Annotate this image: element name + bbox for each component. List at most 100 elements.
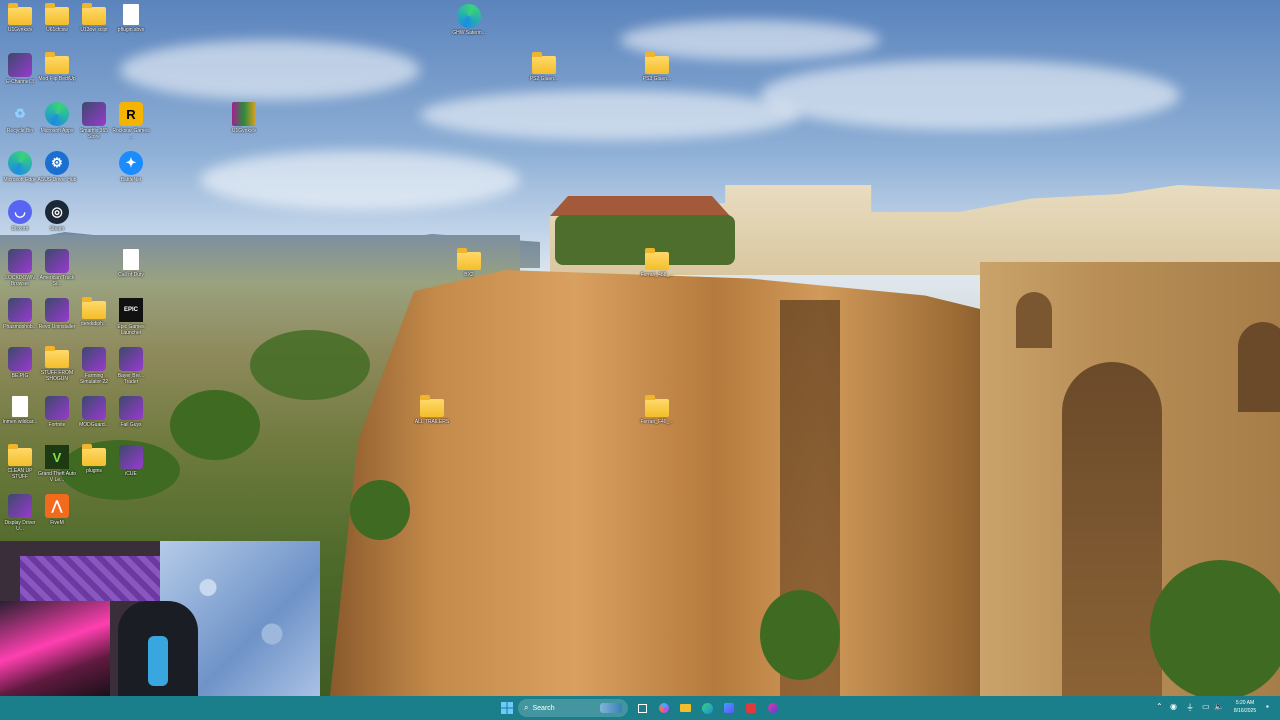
desktop-icon[interactable]: EPIC Epic Games Launcher	[111, 298, 151, 336]
winrar-archive-icon	[232, 102, 256, 126]
desktop-icon[interactable]: American Truck Si...	[37, 249, 77, 287]
taskbar-file-explorer[interactable]	[677, 700, 693, 716]
desktop-icon-label: Ferrari_488_...	[640, 272, 674, 278]
desktop-icon[interactable]: R Rockstar Games ...	[111, 102, 151, 140]
desktop-icon[interactable]: CLEAN UP STUFF	[0, 444, 40, 480]
desktop-icon-label: Rockstar Games ...	[112, 128, 150, 140]
document-icon	[123, 4, 139, 25]
desktop-icon[interactable]: ✦ BattleNet	[111, 151, 151, 183]
desktop-icon[interactable]: pflugin.sbvx	[111, 4, 151, 33]
desktop-icon[interactable]: Call of Duty	[111, 249, 151, 278]
folder-icon	[420, 395, 444, 417]
taskbar-copilot[interactable]	[656, 700, 672, 716]
desktop-icon-label: Recycle Bin	[6, 128, 34, 134]
desktop-icon[interactable]: GHW Saterin...	[449, 4, 489, 36]
desktop-icon[interactable]: PS2 Gluen...	[524, 52, 564, 82]
desktop-icon[interactable]: U61cfcsw	[37, 3, 77, 33]
taskbar-app-1[interactable]	[743, 700, 759, 716]
app-icon	[119, 396, 143, 420]
desktop-icon[interactable]: plugins	[74, 444, 114, 474]
desktop-icon[interactable]: Bayer Bre... Trader	[111, 347, 151, 385]
network-icon[interactable]: ▭	[1202, 702, 1210, 711]
folder-icon	[645, 52, 669, 74]
taskbar-clock[interactable]: 5:20 AM 8/16/2025	[1226, 699, 1264, 715]
desktop-icon-label: Epic Games Launcher	[117, 324, 145, 336]
folder-icon	[45, 3, 69, 25]
task-view-button[interactable]	[634, 700, 650, 716]
search-highlight-icon	[600, 703, 622, 713]
app-icon	[45, 298, 69, 322]
desktop-icon[interactable]: U1Gvnkslv	[224, 102, 264, 134]
webcam-overlay	[0, 541, 320, 696]
desktop-icon[interactable]: STUFF FROM SHOGUN	[37, 346, 77, 382]
desktop-icon[interactable]: Phasmophob...	[0, 298, 40, 330]
desktop-icon-label: Ferrari_F40_...	[640, 419, 674, 425]
taskbar-edge[interactable]	[699, 700, 715, 716]
desktop-icon[interactable]: Farming Simulator 22	[74, 347, 114, 385]
desktop-icon[interactable]: Ferrari_488_...	[637, 248, 677, 278]
desktop-icon[interactable]: Fortnite	[37, 396, 77, 428]
search-label: Search	[532, 704, 555, 712]
folder-icon	[8, 3, 32, 25]
desktop-icon[interactable]: ⚙ ASUS Driver Hub	[37, 151, 77, 183]
desktop-icon-label: iCUE	[125, 471, 137, 477]
desktop-icon-label: ALL TRAILERS	[414, 419, 450, 425]
document-icon	[123, 249, 139, 270]
desktop-icon-label: American Truck Si...	[39, 275, 75, 287]
desktop-icon[interactable]: ALL TRAILERS	[412, 395, 452, 425]
folder-icon	[45, 346, 69, 368]
desktop-icon[interactable]: Mod Flip Bed/Up	[37, 52, 77, 82]
tray-overflow-chevron-icon[interactable]: ⌃	[1156, 702, 1163, 711]
folder-icon	[645, 395, 669, 417]
app-icon	[8, 53, 32, 77]
folder-icon	[45, 52, 69, 74]
desktop-icon[interactable]: Microsoft Apps	[37, 102, 77, 134]
taskbar-store[interactable]	[721, 700, 737, 716]
taskbar-app-2[interactable]	[765, 700, 781, 716]
tray-app-icon[interactable]: ◉	[1170, 702, 1177, 711]
desktop-icon[interactable]: U1Gvnkslv	[0, 3, 40, 33]
desktop-icon[interactable]: Smartfix 365 Store	[74, 102, 114, 140]
tray-usb-icon[interactable]: ⏚	[1186, 702, 1194, 713]
desktop-icon[interactable]: Revo Uninstaller	[37, 298, 77, 330]
desktop-icon-label: Farming Simulator 22	[79, 373, 109, 385]
desktop-icon-label: PS3 Gluen...	[642, 76, 672, 82]
desktop-icon-label: U1Gvnkslv	[7, 27, 33, 33]
desktop-icon[interactable]: Fall Guys	[111, 396, 151, 428]
desktop-icon[interactable]: PS3 Gluen...	[637, 52, 677, 82]
desktop-icon[interactable]: BE.PIG	[0, 347, 40, 379]
desktop-icon[interactable]: Ferrari_F40_...	[637, 395, 677, 425]
app-icon	[82, 396, 106, 420]
desktop-icon[interactable]: LOCKDOWN Browser	[0, 249, 40, 287]
desktop-icon-label: MODGuard...	[79, 422, 109, 428]
desktop-icon[interactable]: ♻ Recycle Bin	[0, 102, 40, 134]
desktop-icon[interactable]: U13ow scipt	[74, 3, 114, 33]
app-icon	[8, 249, 32, 273]
desktop-icon[interactable]: MODGuard...	[74, 396, 114, 428]
desktop-icon[interactable]: ◡ Discord	[0, 200, 40, 232]
notification-bell-icon[interactable]: ▪	[1266, 702, 1269, 711]
folder-icon	[457, 248, 481, 270]
desktop-icon-label: Fortnite	[48, 422, 66, 428]
desktop-icon[interactable]: V Grand Theft Auto V Le...	[37, 445, 77, 483]
desktop-icon[interactable]: Microsoft Edge	[0, 151, 40, 183]
desktop-icon[interactable]: ◎ Steam	[37, 200, 77, 232]
start-button[interactable]	[499, 700, 515, 716]
app-icon	[119, 445, 143, 469]
fivem-icon: ⋀	[45, 494, 69, 518]
desktop-icon[interactable]: E-Channel 3	[0, 53, 40, 85]
edge-icon	[457, 4, 481, 28]
desktop-icon-label: Phasmophob...	[3, 324, 37, 330]
desktop-icon[interactable]: ⋀ FiveM	[37, 494, 77, 526]
desktop-icon-label: Call of Duty	[118, 272, 144, 278]
taskbar-search[interactable]: ⌕ Search	[518, 699, 628, 717]
desktop-icon[interactable]: BX2	[449, 248, 489, 278]
desktop-icon[interactable]: iCUE	[111, 445, 151, 477]
desktop-icon-label: Smartfix 365 Store	[79, 128, 109, 140]
folder-icon	[82, 444, 106, 466]
folder-icon	[532, 52, 556, 74]
desktop-icon[interactable]: Inmen wildcar...	[0, 396, 40, 425]
desktop-icon[interactable]: Display Driver U...	[0, 494, 40, 532]
volume-icon[interactable]: 🔈	[1214, 702, 1224, 711]
desktop-icon[interactable]: derekdiph...	[74, 297, 114, 327]
